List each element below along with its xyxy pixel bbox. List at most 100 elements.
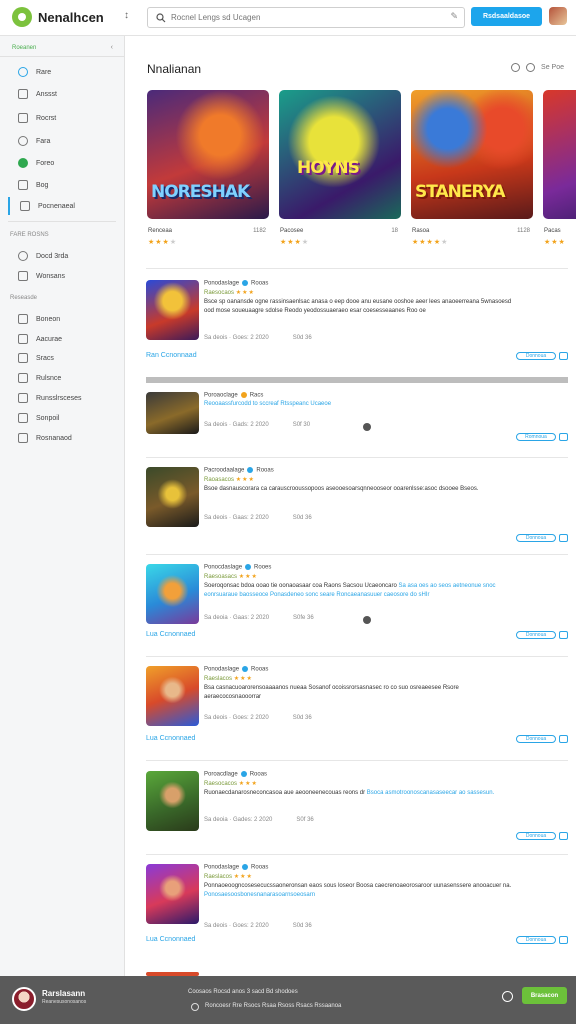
bookmark-icon — [18, 271, 28, 281]
sidebar-item-personal[interactable]: Pocnenaeal — [8, 197, 118, 215]
user-avatar[interactable] — [549, 7, 567, 25]
user-icon — [20, 201, 30, 211]
list-item[interactable]: Ponodaslage Rooas Raeslacos ★★★ Bsa casna… — [146, 666, 568, 750]
featured-card[interactable]: STANERYA Rasoa 1128 ★★★★★ — [411, 90, 533, 248]
sidebar-item-home[interactable]: Rare — [8, 63, 118, 81]
download-controls: Donnoua — [516, 831, 568, 841]
sidebar-item-rules[interactable]: Rulsnce — [8, 369, 118, 387]
document-icon — [18, 180, 28, 190]
verified-icon — [247, 467, 254, 473]
download-button[interactable]: Donnoua — [516, 352, 556, 360]
primary-action-button[interactable]: Rsdsaaldasoe — [471, 7, 542, 26]
share-icon[interactable] — [559, 936, 568, 944]
community-link[interactable]: Ran Ccnonnaad — [146, 352, 197, 359]
sidebar-item-label: Sonpoil — [36, 414, 60, 422]
item-description: Ponnaoeoogncosesecucssaoneronsan eaos so… — [204, 883, 512, 898]
rating-stars: ★★★★ — [148, 239, 178, 246]
app-logo[interactable] — [12, 7, 32, 27]
info-icon[interactable] — [191, 1003, 199, 1011]
section-tools-label[interactable]: Se Poe — [541, 64, 564, 71]
edit-icon[interactable]: ✎ — [450, 11, 458, 22]
sidebar-item-recent[interactable]: Rocrst — [8, 109, 118, 127]
chart-icon — [18, 353, 28, 363]
sidebar-item-forum[interactable]: Foreo — [8, 154, 118, 172]
sidebar-header[interactable]: Roeanen ‹ — [0, 43, 125, 57]
cross-icon — [18, 373, 28, 383]
ad-banner[interactable] — [146, 377, 568, 383]
list-item[interactable]: Poroaoclage Racs Reooaassfurcodd to sccre… — [146, 392, 568, 476]
list-item[interactable]: Ponodaslage Rooas Raesocaos ★★★ Bsce sp o… — [146, 280, 568, 370]
featured-card[interactable]: HOYNS Pacosee 18 ★★★★ — [279, 90, 401, 248]
download-button[interactable]: Donnoua — [516, 534, 556, 542]
main-content: Nnalianan Se Poe NORESHAK Renceaa 1182 ★… — [126, 36, 576, 976]
item-title: Poroaoclage Racs — [204, 392, 264, 399]
sidebar-item-browse[interactable]: Boneon — [8, 310, 118, 328]
list-item[interactable]: Poroacdlage Rooas Raesocacos ★★★ Ruonaecd… — [146, 771, 568, 855]
item-meta: Sa deois · Goes: 2 2020 S0d 36 — [204, 335, 312, 341]
share-icon[interactable] — [559, 534, 568, 542]
profile-avatar[interactable] — [12, 987, 36, 1011]
featured-card[interactable]: NORESHAK Renceaa 1182 ★★★★ — [147, 90, 269, 248]
sidebar-item-stats[interactable]: Sracs — [8, 349, 118, 367]
community-link[interactable]: Lua Ccnonnaed — [146, 735, 195, 742]
profile-name: Rarslasann — [42, 989, 86, 998]
sidebar-item-label: Rulsnce — [36, 374, 62, 382]
sidebar-item-assets[interactable]: Anssst — [8, 85, 118, 103]
verified-icon — [240, 771, 247, 777]
search-input[interactable] — [171, 13, 441, 22]
list-item[interactable]: Ponocdaslage Rooes Raesoasacs ★★★ Soeroqo… — [146, 564, 568, 648]
sidebar-item-support[interactable]: Sonpoil — [8, 409, 118, 427]
rating-stars: ★★★★★ — [412, 239, 449, 246]
list-item[interactable]: Ponodaslage Rooas Raeslacos ★★★ Ponnaoeoo… — [146, 864, 568, 948]
item-description: Ruonaecdanarosneconcasoa aue aeooneeneco… — [204, 790, 495, 796]
sidebar-item-downloads[interactable]: Docd 3rda — [8, 247, 118, 265]
sidebar-item-settings[interactable]: Rosnanaod — [8, 429, 118, 447]
featured-card[interactable]: Pacas ★★★ — [543, 90, 576, 248]
download-button[interactable]: Romnoua — [516, 433, 556, 441]
game-name: Pacas — [544, 228, 561, 234]
verified-icon — [242, 666, 249, 672]
filter-icon[interactable] — [526, 63, 536, 72]
verified-icon — [240, 392, 247, 398]
list-item[interactable]: Pacroodaalage Rooas Raoasacos ★★★ Bsoe da… — [146, 467, 568, 547]
sidebar-item-label: Foreo — [36, 159, 55, 167]
download-button[interactable]: Donnoua — [516, 832, 556, 840]
download-button[interactable]: Donnoua — [516, 936, 556, 944]
sidebar-item-label: Aacurae — [36, 335, 63, 343]
comment-icon[interactable] — [363, 423, 371, 431]
community-link[interactable]: Lua Ccnonnaed — [146, 936, 195, 943]
status-message: Coosaos Rocsd anos 3 sacd Bd shodoes — [188, 989, 298, 995]
separator — [146, 554, 568, 555]
comment-icon[interactable] — [363, 616, 371, 624]
item-description: Bsa casnacuoarorensoaaaanos nueaa Sosano… — [204, 685, 459, 700]
refresh-icon[interactable] — [511, 63, 521, 72]
download-button[interactable]: Donnoua — [516, 631, 556, 639]
game-thumbnail — [146, 392, 199, 434]
community-link[interactable]: Lua Ccnonnaed — [146, 631, 195, 638]
sidebar-item-wishlist[interactable]: Wonsans — [8, 267, 118, 285]
share-icon[interactable] — [559, 433, 568, 441]
share-icon[interactable] — [559, 631, 568, 639]
sidebar-item-favorites[interactable]: Fara — [8, 132, 118, 150]
help-icon[interactable] — [502, 991, 513, 1002]
sidebar-item-resources[interactable]: Runsslrsceses — [8, 389, 118, 407]
share-icon[interactable] — [559, 832, 568, 840]
game-thumbnail — [146, 467, 199, 527]
status-detail: Roncoesr Rre Rsocs Rsaa Rsoss Rsacs Rssa… — [205, 1003, 342, 1009]
sidebar-item-label: Sracs — [36, 354, 54, 362]
game-name: Rasoa — [412, 228, 430, 234]
item-subtitle: Raesoasacs ★★★ — [204, 574, 258, 580]
install-button[interactable]: Brasacon — [522, 987, 567, 1004]
sidebar-item-blog[interactable]: Bog — [8, 176, 118, 194]
share-icon[interactable] — [559, 352, 568, 360]
game-cover-image: NORESHAK — [147, 90, 269, 219]
sort-toggle-icon[interactable]: ↕ — [124, 10, 129, 21]
help-icon — [18, 413, 28, 423]
sidebar-item-accounts[interactable]: Aacurae — [8, 330, 118, 348]
cover-logo-text: NORESHAK — [151, 182, 250, 202]
sidebar-section-title: FARE ROSNS — [10, 232, 49, 238]
download-button[interactable]: Donnoua — [516, 735, 556, 743]
share-icon[interactable] — [559, 735, 568, 743]
collapse-icon[interactable]: ‹ — [111, 44, 113, 51]
search-bar[interactable]: ✎ — [147, 7, 465, 28]
